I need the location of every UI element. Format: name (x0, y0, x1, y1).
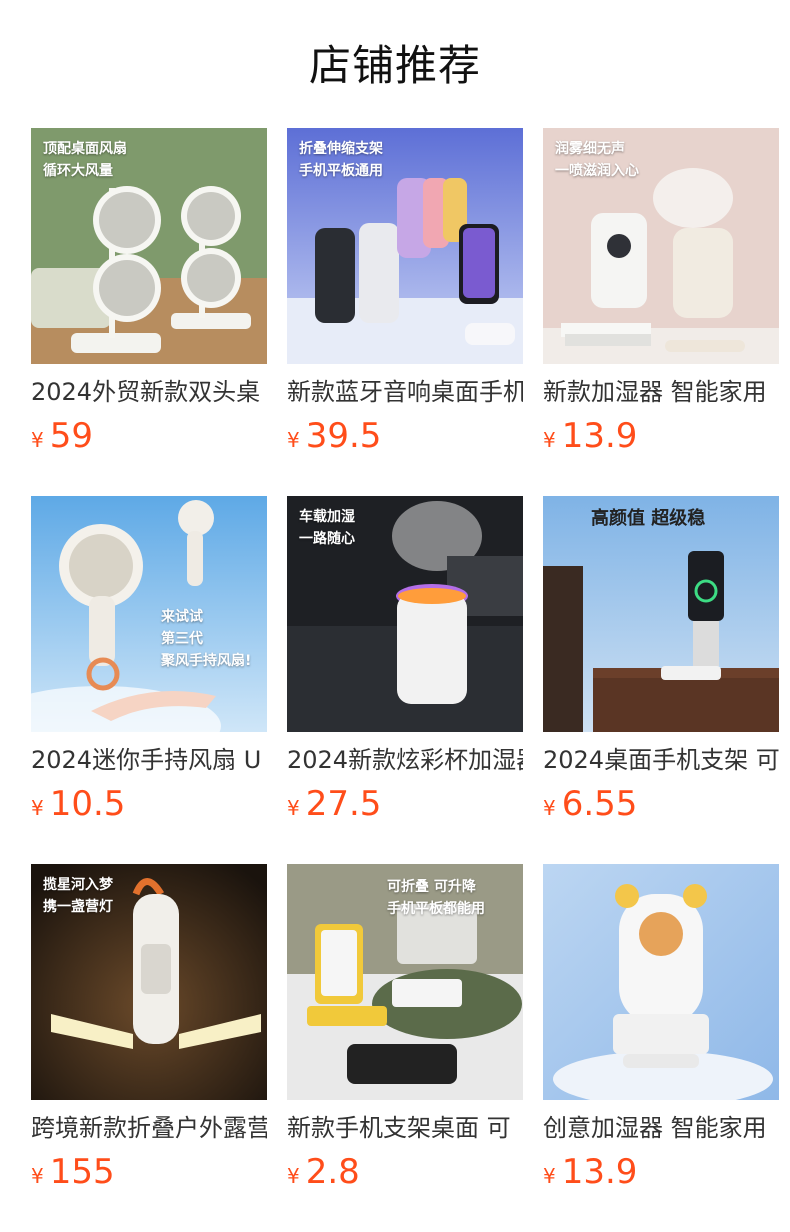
product-name[interactable]: 创意加湿器 智能家用 (543, 1112, 779, 1144)
product-name[interactable]: 新款蓝牙音响桌面手机 (287, 376, 523, 408)
product-price: ¥13.9 (543, 416, 779, 462)
product-card[interactable]: 顶配桌面风扇 循环大风量 2024外贸新款双头桌 ¥59 (31, 128, 267, 496)
price-value: 27.5 (305, 784, 382, 824)
currency-symbol: ¥ (287, 428, 300, 452)
currency-symbol: ¥ (543, 796, 556, 820)
price-value: 13.9 (561, 416, 638, 456)
product-price: ¥6.55 (543, 784, 779, 830)
product-card[interactable]: 折叠伸缩支架 手机平板通用 新款蓝牙音响桌面手机 ¥39.5 (287, 128, 523, 496)
product-image-caption: 车载加湿 一路随心 (299, 509, 355, 547)
currency-symbol: ¥ (543, 1164, 556, 1188)
product-name[interactable]: 2024迷你手持风扇 U (31, 744, 267, 776)
product-card[interactable]: 可折叠 可升降 手机平板都能用 新款手机支架桌面 可 ¥2.8 (287, 864, 523, 1232)
currency-symbol: ¥ (287, 796, 300, 820)
product-card[interactable]: 高颜值 超级稳 2024桌面手机支架 可 ¥6.55 (543, 496, 779, 864)
price-value: 6.55 (561, 784, 638, 824)
product-grid: 顶配桌面风扇 循环大风量 2024外贸新款双头桌 ¥59 折叠伸缩支架 手机平板… (31, 128, 779, 1232)
currency-symbol: ¥ (31, 428, 44, 452)
product-image[interactable] (543, 864, 779, 1100)
product-image[interactable]: 车载加湿 一路随心 (287, 496, 523, 732)
product-image[interactable]: 润雾细无声 一喷滋润入心 (543, 128, 779, 364)
product-price: ¥27.5 (287, 784, 523, 830)
price-value: 39.5 (305, 416, 382, 456)
product-card[interactable]: 来试试 第三代 聚风手持风扇! 2024迷你手持风扇 U ¥10.5 (31, 496, 267, 864)
product-image-caption: 来试试 第三代 聚风手持风扇! (161, 609, 252, 669)
product-price: ¥2.8 (287, 1152, 523, 1198)
product-card[interactable]: 创意加湿器 智能家用 ¥13.9 (543, 864, 779, 1232)
product-image[interactable]: 折叠伸缩支架 手机平板通用 (287, 128, 523, 364)
product-price: ¥10.5 (31, 784, 267, 830)
product-image[interactable]: 来试试 第三代 聚风手持风扇! (31, 496, 267, 732)
price-value: 155 (49, 1152, 115, 1192)
price-value: 59 (49, 416, 93, 456)
product-card[interactable]: 揽星河入梦 携一盏营灯 跨境新款折叠户外露营 ¥155 (31, 864, 267, 1232)
price-value: 2.8 (305, 1152, 360, 1192)
price-value: 10.5 (49, 784, 126, 824)
product-image-caption: 高颜值 超级稳 (591, 508, 706, 529)
product-name[interactable]: 新款加湿器 智能家用 (543, 376, 779, 408)
product-image[interactable]: 揽星河入梦 携一盏营灯 (31, 864, 267, 1100)
product-name[interactable]: 新款手机支架桌面 可 (287, 1112, 523, 1144)
currency-symbol: ¥ (543, 428, 556, 452)
product-price: ¥39.5 (287, 416, 523, 462)
product-price: ¥59 (31, 416, 267, 462)
product-name[interactable]: 2024外贸新款双头桌 (31, 376, 267, 408)
product-image-caption: 润雾细无声 一喷滋润入心 (555, 141, 639, 179)
product-price: ¥13.9 (543, 1152, 779, 1198)
product-image-caption: 顶配桌面风扇 循环大风量 (43, 141, 127, 179)
product-image[interactable]: 顶配桌面风扇 循环大风量 (31, 128, 267, 364)
product-name[interactable]: 2024桌面手机支架 可 (543, 744, 779, 776)
product-image[interactable]: 高颜值 超级稳 (543, 496, 779, 732)
product-card[interactable]: 润雾细无声 一喷滋润入心 新款加湿器 智能家用 ¥13.9 (543, 128, 779, 496)
currency-symbol: ¥ (31, 1164, 44, 1188)
currency-symbol: ¥ (287, 1164, 300, 1188)
page-title: 店铺推荐 (308, 41, 481, 90)
product-image-caption: 可折叠 可升降 手机平板都能用 (387, 879, 485, 917)
currency-symbol: ¥ (31, 796, 44, 820)
product-name[interactable]: 2024新款炫彩杯加湿器 (287, 744, 523, 776)
product-image-caption: 折叠伸缩支架 手机平板通用 (299, 141, 383, 179)
product-image-caption: 揽星河入梦 携一盏营灯 (43, 877, 113, 915)
product-name[interactable]: 跨境新款折叠户外露营 (31, 1112, 267, 1144)
product-card[interactable]: 车载加湿 一路随心 2024新款炫彩杯加湿器 ¥27.5 (287, 496, 523, 864)
product-price: ¥155 (31, 1152, 267, 1198)
price-value: 13.9 (561, 1152, 638, 1192)
product-image[interactable]: 可折叠 可升降 手机平板都能用 (287, 864, 523, 1100)
